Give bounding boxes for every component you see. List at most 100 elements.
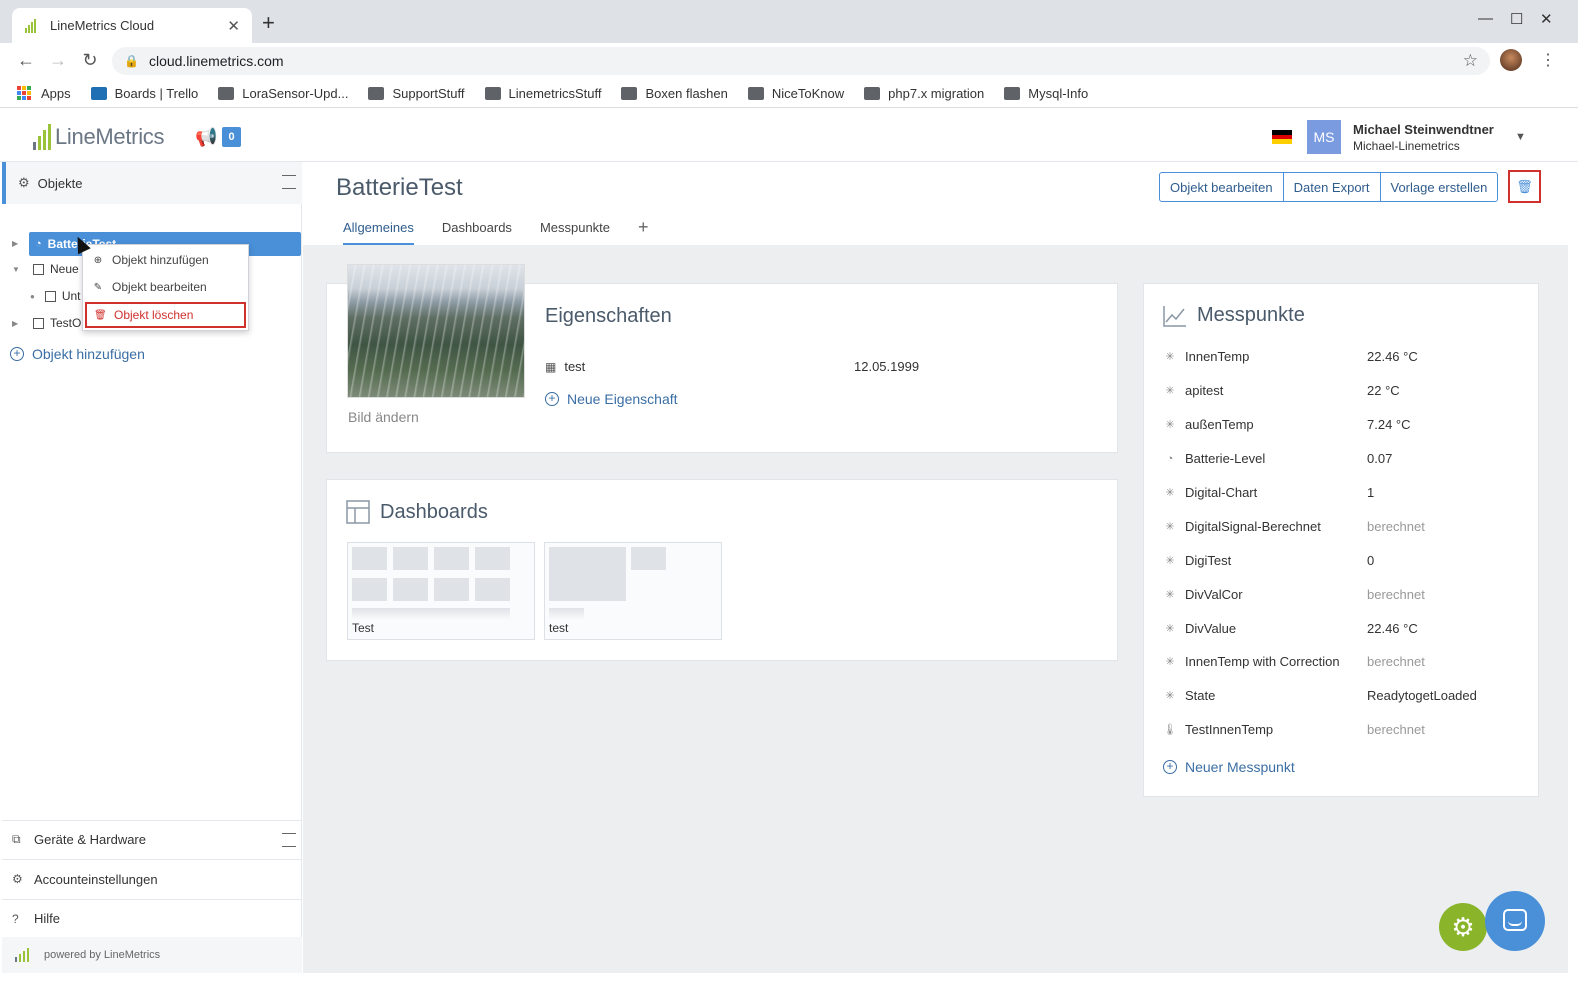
url-text: cloud.linemetrics.com	[148, 53, 284, 69]
messpunkt-value: 1	[1367, 485, 1375, 500]
change-image-link[interactable]: Bild ändern	[348, 409, 419, 425]
messpunkt-row[interactable]: ✳ apitest 22 °C	[1163, 383, 1523, 398]
messpunkt-row[interactable]: ✳ InnenTemp 22.46 °C	[1163, 349, 1523, 364]
spinner-icon: ✳	[1165, 385, 1175, 397]
folder-icon	[864, 86, 881, 100]
messpunkt-row[interactable]: ✳ DivValue 22.46 °C	[1163, 621, 1523, 636]
user-avatar[interactable]: MS	[1307, 120, 1341, 154]
dashboard-thumbnail[interactable]: Test	[347, 542, 535, 640]
account-name[interactable]: Michael-Linemetrics	[1353, 139, 1460, 153]
sidebar-item-geraete[interactable]: ⧉ Geräte & Hardware	[2, 820, 302, 858]
profile-avatar[interactable]	[1500, 49, 1522, 71]
bookmark-folder[interactable]: SupportStuff	[368, 86, 465, 101]
page-title: BatterieTest	[336, 174, 463, 201]
window-close-icon[interactable]: ✕	[1540, 10, 1553, 28]
omnibox[interactable]: 🔒 cloud.linemetrics.com ☆	[112, 47, 1490, 75]
messpunkt-value: berechnet	[1367, 519, 1425, 534]
folder-icon	[218, 86, 235, 100]
megaphone-icon[interactable]: 📢	[195, 127, 217, 148]
spinner-icon: ✳	[1165, 690, 1175, 702]
bookmark-folder[interactable]: Boxen flashen	[621, 85, 728, 101]
caret-down-icon[interactable]: ▼	[12, 265, 20, 274]
context-item-add[interactable]: ⊕ Objekt hinzufügen	[92, 250, 209, 270]
sidebar-section-objekte[interactable]: ⚙ Objekte	[2, 162, 302, 204]
settings-fab-gear-icon[interactable]: ⚙	[1439, 903, 1487, 951]
thumb-block	[434, 547, 469, 570]
bookmark-folder[interactable]: LoraSensor-Upd...	[218, 86, 348, 101]
messpunkt-value: berechnet	[1367, 654, 1425, 669]
tree-item-testo[interactable]: TestO	[33, 316, 81, 330]
property-value: 12.05.1999	[854, 359, 920, 374]
messpunkt-row[interactable]: ✳ DigitalSignal-Berechnet berechnet	[1163, 519, 1523, 534]
messpunkt-row[interactable]: ✳ DigiTest 0	[1163, 553, 1523, 568]
list-view-icon[interactable]	[282, 833, 296, 847]
add-messpunkt-link[interactable]: + Neuer Messpunkt	[1163, 759, 1295, 775]
property-row[interactable]: ▦ test	[545, 359, 585, 374]
caret-right-icon[interactable]: ▶	[12, 239, 18, 248]
linemetrics-logo[interactable]: LineMetrics	[33, 124, 164, 150]
tab-close-icon[interactable]: ✕	[227, 17, 240, 35]
powered-by-footer: powered by LineMetrics	[2, 937, 302, 973]
chat-launcher-button[interactable]	[1485, 891, 1545, 951]
edit-object-button[interactable]: Objekt bearbeiten	[1160, 173, 1284, 201]
trash-icon: 🗑	[94, 309, 107, 321]
messpunkt-value: 7.24 °C	[1367, 417, 1411, 432]
tab-dashboards[interactable]: Dashboards	[442, 220, 512, 245]
dashboard-thumbnail[interactable]: test	[544, 542, 722, 640]
powered-by-text: powered by LineMetrics	[44, 949, 161, 961]
thumb-block	[352, 547, 387, 570]
browser-tab[interactable]: LineMetrics Cloud ✕	[12, 8, 252, 43]
new-tab-button[interactable]: +	[262, 12, 275, 34]
bookmark-label: Boards | Trello	[114, 85, 199, 101]
thumb-block	[475, 578, 510, 601]
messpunkt-row[interactable]: ✳ State ReadytogetLoaded	[1163, 688, 1523, 703]
chevron-down-icon[interactable]: ▼	[1515, 131, 1526, 143]
add-property-link[interactable]: + Neue Eigenschaft	[545, 391, 678, 407]
bookmark-folder[interactable]: NiceToKnow	[747, 86, 844, 101]
reload-icon[interactable]: ↻	[80, 50, 100, 71]
create-template-button[interactable]: Vorlage erstellen	[1381, 173, 1498, 201]
german-flag-icon[interactable]	[1272, 130, 1292, 145]
context-item-delete[interactable]: 🗑 Objekt löschen	[85, 302, 246, 328]
bookmark-label: Boxen flashen	[645, 85, 728, 101]
messpunkt-row[interactable]: ✳ außenTemp 7.24 °C	[1163, 417, 1523, 432]
tab-messpunkte[interactable]: Messpunkte	[540, 220, 610, 245]
add-object-link[interactable]: + Objekt hinzufügen	[10, 346, 145, 362]
delete-object-button[interactable]: 🗑	[1508, 170, 1541, 203]
back-icon[interactable]: ←	[16, 50, 36, 71]
list-view-icon[interactable]	[282, 175, 296, 189]
bookmark-label: Mysql-Info	[1028, 85, 1089, 101]
bookmark-trello[interactable]: Boards | Trello	[90, 85, 199, 101]
browser-menu-icon[interactable]: ⋮	[1540, 50, 1556, 70]
object-image[interactable]	[347, 264, 525, 398]
messpunkt-row[interactable]: 🌡 TestInnenTemp berechnet	[1163, 722, 1523, 737]
bookmark-apps[interactable]: Apps	[17, 86, 71, 101]
tree-item-unt[interactable]: ● Unt	[30, 289, 81, 303]
context-item-label: Objekt löschen	[114, 308, 194, 322]
bookmark-folder[interactable]: php7.x migration	[864, 86, 984, 101]
bookmark-folder[interactable]: Mysql-Info	[1004, 86, 1088, 101]
trello-icon	[90, 86, 107, 100]
spinner-icon: ✳	[1165, 555, 1175, 567]
bookmark-star-icon[interactable]: ☆	[1463, 51, 1478, 71]
messpunkt-row[interactable]: ✳ InnenTemp with Correction berechnet	[1163, 654, 1523, 669]
maximize-icon[interactable]: ☐	[1510, 10, 1523, 28]
user-name[interactable]: Michael Steinwendtner	[1353, 122, 1494, 137]
bookmark-folder[interactable]: LinemetricsStuff	[484, 86, 601, 101]
sidebar-item-hilfe[interactable]: ? Hilfe	[2, 899, 302, 937]
messpunkt-row[interactable]: ✳ Digital-Chart 1	[1163, 485, 1523, 500]
sidebar-item-accounteinstellungen[interactable]: ⚙ Accounteinstellungen	[2, 859, 302, 898]
messpunkt-name: DivValCor	[1185, 587, 1243, 602]
spinner-icon: ✳	[1165, 419, 1175, 431]
tree-item-neue[interactable]: Neue	[33, 262, 79, 276]
add-tab-button[interactable]: +	[638, 218, 649, 245]
minimize-icon[interactable]: —	[1478, 10, 1493, 27]
data-export-button[interactable]: Daten Export	[1284, 173, 1381, 201]
messpunkt-row[interactable]: ✳ DivValCor berechnet	[1163, 587, 1523, 602]
tab-allgemeines[interactable]: Allgemeines	[343, 220, 414, 245]
context-item-edit[interactable]: ✎ Objekt bearbeiten	[92, 277, 207, 297]
notification-badge[interactable]: 0	[222, 127, 241, 147]
caret-right-icon[interactable]: ▶	[12, 319, 18, 328]
messpunkt-row[interactable]: ◔ Batterie-Level 0.07	[1163, 451, 1523, 466]
forward-icon[interactable]: →	[48, 50, 68, 71]
